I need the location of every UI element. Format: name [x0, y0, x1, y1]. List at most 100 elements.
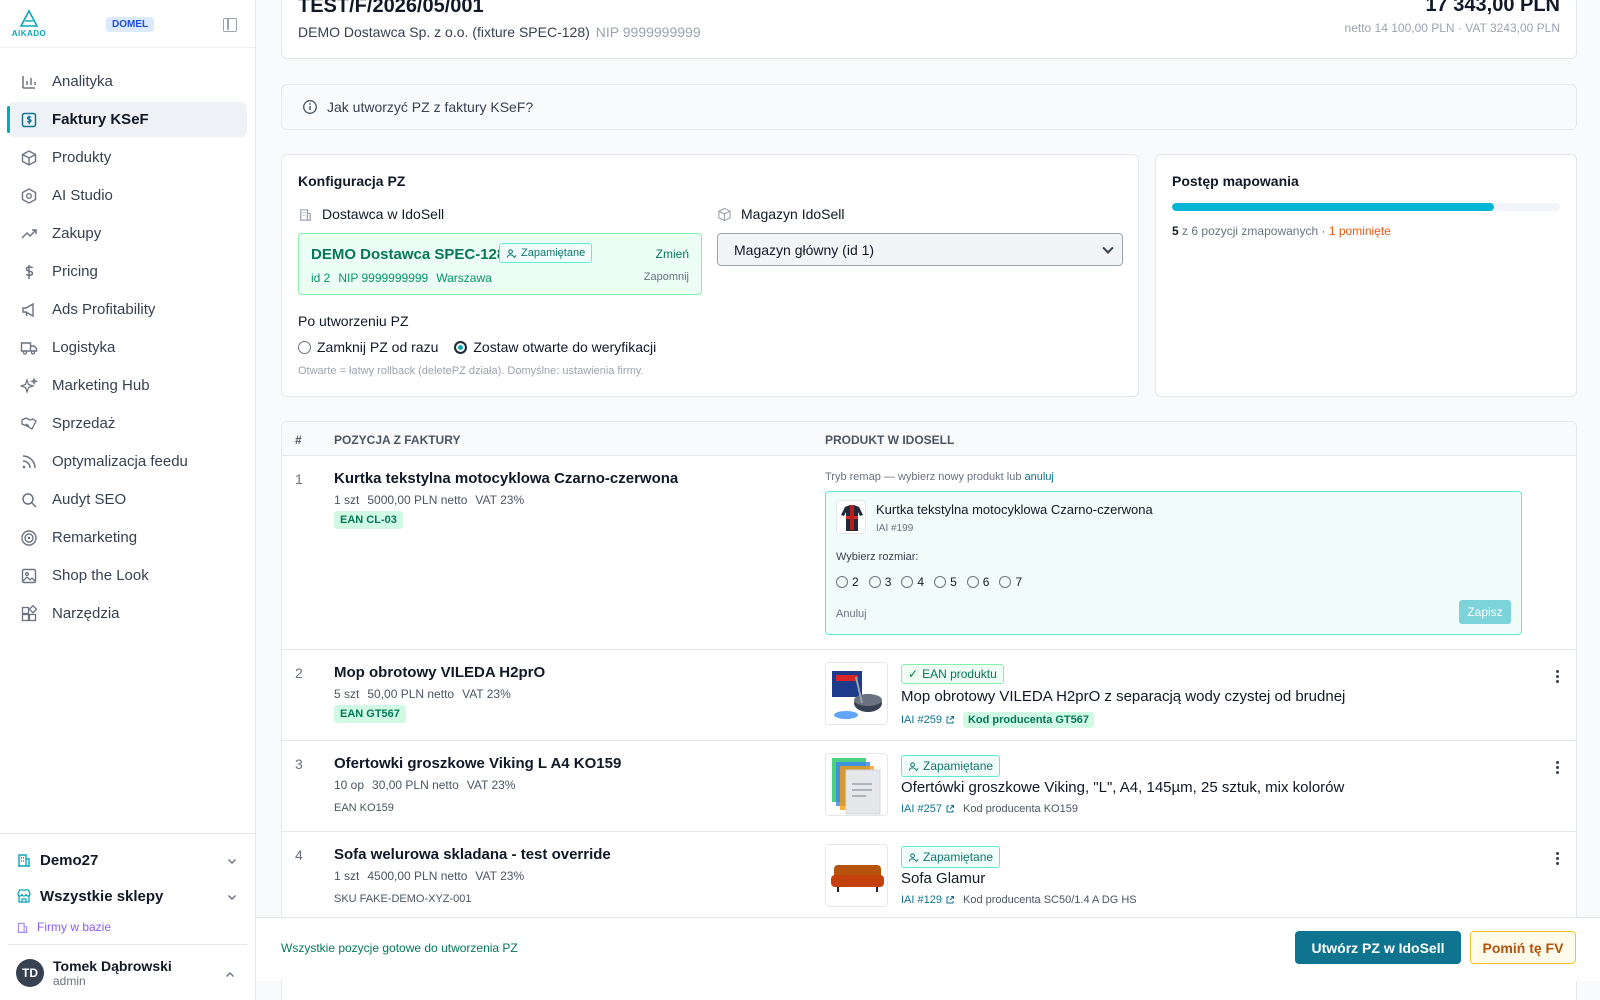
row-qty: 1 szt [334, 869, 360, 883]
sidebar-item-label: Sprzedaż [52, 415, 116, 432]
row-vat: VAT 23% [475, 493, 525, 507]
sidebar-item-zakupy[interactable]: Zakupy [8, 216, 247, 251]
ean-badge: EAN GT567 [334, 705, 406, 723]
megaphone-icon [20, 301, 38, 319]
idosell-product-name: Mop obrotowy VILEDA H2prO z separacją wo… [901, 688, 1346, 705]
supplier-label: Dostawca w IdoSell [298, 206, 444, 222]
progress-bar [1172, 203, 1560, 211]
create-pz-button[interactable]: Utwórz PZ w IdoSell [1295, 931, 1461, 964]
box-icon [20, 149, 38, 167]
firms-link[interactable]: Firmy w bazie [0, 914, 255, 944]
size-radio[interactable] [901, 576, 914, 588]
row-menu-icon[interactable] [1556, 670, 1560, 684]
brand-header: AIKADO DOMEL [0, 0, 255, 48]
col-num: # [295, 433, 302, 447]
progress-bar-fill [1172, 203, 1495, 211]
firms-link-label: Firmy w bazie [37, 920, 112, 934]
iai-link[interactable]: IAI #257 [901, 803, 955, 815]
size-option[interactable]: 3 [868, 575, 892, 589]
sidebar-item-analityka[interactable]: Analityka [8, 64, 247, 99]
howto-collapsible[interactable]: Jak utworzyć PZ z faktury KSeF? [281, 84, 1577, 130]
invoice-supplier-nip: NIP 9999999999 [595, 24, 701, 40]
pz-config-card: Konfiguracja PZ Dostawca w IdoSell DEMO … [281, 154, 1139, 397]
size-radio[interactable] [836, 576, 848, 588]
sidebar-item-remarketing[interactable]: Remarketing [8, 520, 247, 555]
row-price: 4500,00 PLN netto [367, 869, 468, 883]
size-radio[interactable] [966, 576, 979, 588]
sidebar-item-narzedzia[interactable]: Narzędzia [8, 596, 247, 631]
option-close-pz[interactable]: Zamknij PZ od razu [298, 339, 438, 355]
row-menu-icon[interactable] [1556, 852, 1560, 866]
tools-grid-icon [20, 604, 38, 623]
row-invoice-title: Mop obrotowy VILEDA H2prO [334, 664, 546, 681]
size-radio[interactable] [999, 576, 1012, 588]
sidebar-item-shop-the-look[interactable]: Shop the Look [8, 558, 247, 593]
remap-panel: Kurtka tekstylna motocyklowa Czarno-czer… [825, 491, 1522, 635]
sidebar-item-marketing-hub[interactable]: Marketing Hub [8, 368, 247, 403]
iai-link[interactable]: IAI #129 [901, 894, 955, 906]
external-link-icon [946, 805, 954, 813]
saved-chip-label: Zapamiętane [521, 247, 586, 259]
skip-invoice-button[interactable]: Pomiń tę FV [1470, 931, 1576, 964]
row-vat: VAT 23% [462, 687, 511, 701]
change-supplier-link[interactable]: Zmień [656, 247, 689, 261]
after-create-title: Po utworzeniu PZ [298, 313, 409, 329]
idosell-product-name: Ofertówki groszkowe Viking, "L", A4, 145… [901, 779, 1345, 796]
image-icon [20, 567, 38, 585]
sidebar-item-label: Logistyka [52, 339, 116, 356]
sidebar-item-ads-profitability[interactable]: Ads Profitability [8, 292, 247, 327]
user-role: admin [53, 973, 86, 988]
forget-supplier-link[interactable]: Zapomnij [644, 271, 689, 283]
size-radio[interactable] [934, 576, 947, 588]
row-number: 4 [295, 847, 303, 863]
size-option[interactable]: 7 [999, 575, 1022, 589]
size-option[interactable]: 5 [934, 575, 957, 589]
remap-cancel-button[interactable]: Anuluj [836, 608, 867, 620]
remap-cancel-link[interactable]: anuluj [1025, 471, 1054, 483]
iai-label: IAI #129 [901, 894, 942, 906]
shop-switcher[interactable]: Wszystkie sklepy [0, 878, 255, 914]
size-option[interactable]: 2 [836, 575, 859, 589]
row-vat: VAT 23% [475, 869, 525, 883]
sidebar-item-produkty[interactable]: Produkty [8, 140, 247, 175]
chevron-down-icon [1102, 242, 1114, 254]
iai-link[interactable]: IAI #259 [901, 714, 955, 726]
chevron-down-icon [227, 853, 237, 864]
size-option[interactable]: 6 [966, 575, 989, 589]
sidebar-item-optymalizacja-feedu[interactable]: Optymalizacja feedu [8, 444, 247, 479]
saved-chip: Zapamiętane [901, 846, 1001, 868]
row-qty: 10 op [334, 778, 365, 792]
building-icon [16, 921, 29, 934]
aikado-logo[interactable]: AIKADO [12, 5, 46, 43]
row-number: 3 [295, 756, 303, 772]
sidebar-collapse-icon[interactable] [223, 18, 237, 32]
trending-up-icon [20, 225, 38, 243]
row-price: 30,00 PLN netto [372, 778, 459, 792]
remap-save-button[interactable]: Zapisz [1459, 600, 1511, 624]
radio-unchecked[interactable] [298, 340, 311, 354]
size-radio[interactable] [868, 576, 881, 588]
size-option[interactable]: 4 [901, 575, 924, 589]
option-keep-open[interactable]: Zostaw otwarte do weryfikacji [454, 339, 656, 355]
search-icon [20, 491, 38, 509]
row-price: 5000,00 PLN netto [367, 493, 468, 507]
sidebar-item-logistyka[interactable]: Logistyka [8, 330, 247, 365]
sidebar-item-audyt-seo[interactable]: Audyt SEO [8, 482, 247, 517]
warehouse-select[interactable]: Magazyn główny (id 1) [717, 233, 1123, 266]
sidebar-item-sprzedaz[interactable]: Sprzedaż [8, 406, 247, 441]
user-menu[interactable]: TD Tomek Dąbrowski admin [8, 944, 247, 1000]
company-badge: DOMEL [106, 17, 155, 32]
row-menu-icon[interactable] [1556, 761, 1560, 775]
sidebar-item-label: Narzędzia [52, 605, 120, 622]
row-invoice-meta: 10 op 30,00 PLN netto VAT 23% [334, 778, 523, 792]
radio-checked[interactable] [454, 340, 468, 354]
sidebar-item-ai-studio[interactable]: AI Studio [8, 178, 247, 213]
org-switcher[interactable]: Demo27 [0, 842, 255, 878]
sidebar-item-pricing[interactable]: Pricing [8, 254, 247, 289]
col-invoice-position: POZYCJA Z FAKTURY [334, 433, 461, 447]
size-value: 2 [852, 575, 859, 589]
invoice-total: 17 343,00 PLN [1425, 0, 1560, 16]
product-thumbnail-jacket [836, 500, 866, 534]
size-value: 3 [884, 575, 892, 589]
sidebar-item-faktury-ksef[interactable]: Faktury KSeF [7, 102, 247, 137]
